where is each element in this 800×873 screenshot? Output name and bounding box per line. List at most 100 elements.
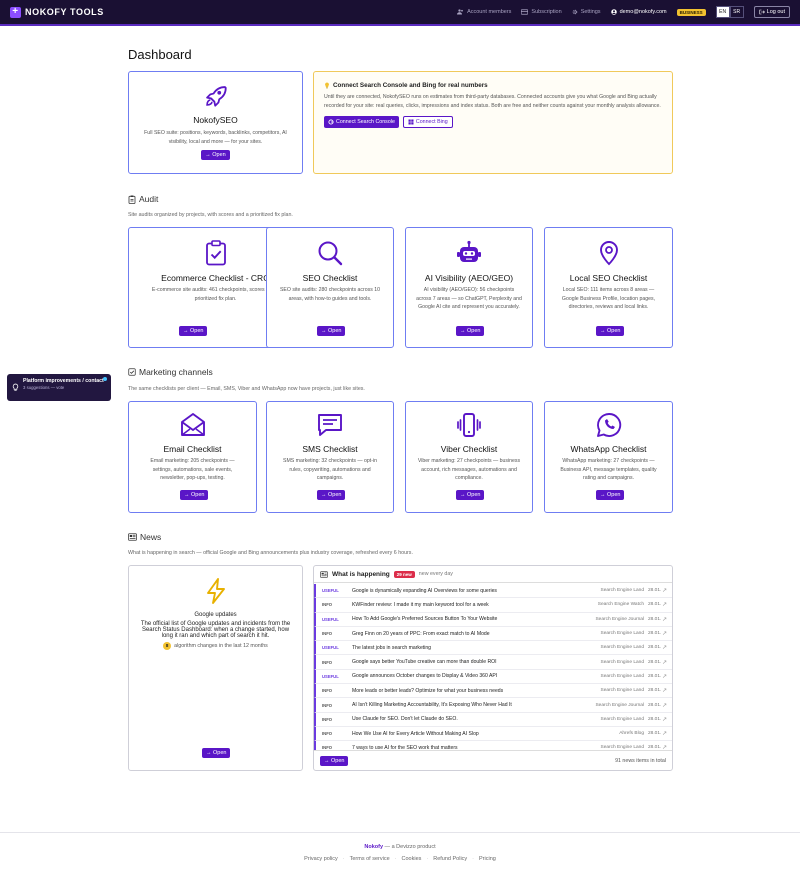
news-title[interactable]: More leads or better leads? Optimize for… <box>352 688 601 694</box>
lang-en-button[interactable]: EN <box>715 6 730 18</box>
news-row[interactable]: INFO How We Use AI for Every Article With… <box>314 726 672 742</box>
local-seo-card[interactable]: Local SEO Checklist Local SEO: 111 items… <box>544 227 673 348</box>
external-link-icon[interactable]: ↗ <box>662 702 672 709</box>
external-link-icon[interactable]: ↗ <box>662 630 672 637</box>
external-link-icon[interactable]: ↗ <box>662 601 672 608</box>
nokofyseo-open-button[interactable]: → Open <box>201 150 230 161</box>
footer-link-cookies[interactable]: Cookies <box>402 856 422 862</box>
seo-checklist-card[interactable]: SEO Checklist SEO site audits: 280 check… <box>266 227 394 348</box>
news-tag: INFO <box>322 731 333 737</box>
page-title: Dashboard <box>128 47 192 62</box>
news-source: Ahrefs Blog <box>619 731 644 737</box>
news-row[interactable]: USEFUL How To Add Google's Preferred Sour… <box>314 612 672 627</box>
news-tag: USEFUL <box>322 588 339 594</box>
envelope-icon <box>180 413 205 436</box>
news-title[interactable]: Google says better YouTube creative can … <box>352 659 601 665</box>
news-title[interactable]: KWFinder review: I made it my main keywo… <box>352 602 598 608</box>
ai-visibility-open-button[interactable]: → Open <box>456 326 485 336</box>
news-tag: INFO <box>322 716 333 722</box>
footer-link-pricing[interactable]: Pricing <box>479 856 496 862</box>
email-checklist-card[interactable]: Email Checklist Email marketing: 205 che… <box>128 401 257 513</box>
news-title: News <box>140 532 162 542</box>
news-list[interactable]: USEFUL Google is dynamically expanding AI… <box>314 584 672 750</box>
news-tag: USEFUL <box>322 673 339 679</box>
ai-visibility-card[interactable]: AI Visibility (AEO/GEO) AI visibility (A… <box>405 227 533 348</box>
external-link-icon[interactable]: ↗ <box>662 730 672 737</box>
news-title[interactable]: AI Isn't Killing Marketing Accountabilit… <box>352 702 595 708</box>
external-link-icon[interactable]: ↗ <box>662 616 672 623</box>
connect-search-console-button[interactable]: Connect Search Console <box>324 115 399 128</box>
news-date: 28.01. <box>648 673 662 679</box>
whatsapp-checklist-open-button[interactable]: → Open <box>596 490 625 500</box>
clipboard-check-icon <box>205 240 226 266</box>
news-row[interactable]: INFO Google says better YouTube creative … <box>314 655 672 670</box>
whatsapp-checklist-card[interactable]: WhatsApp Checklist WhatsApp marketing: 2… <box>544 401 673 513</box>
news-date: 28.01. <box>648 631 662 637</box>
news-row[interactable]: INFO KWFinder review: I made it my main k… <box>314 598 672 613</box>
news-row[interactable]: USEFUL The latest jobs in search marketin… <box>314 641 672 656</box>
news-row[interactable]: INFO Greg Finn on 20 years of PPC: From e… <box>314 626 672 642</box>
connect-bing-button[interactable]: Connect Bing <box>402 115 453 128</box>
widget-title: Platform improvements / contact <box>23 378 104 384</box>
news-row[interactable]: INFO AI Isn't Killing Marketing Accountab… <box>314 698 672 713</box>
connect-accounts-card: Connect Search Console and Bing for real… <box>313 71 673 174</box>
logout-button[interactable]: Log out <box>753 6 790 18</box>
external-link-icon[interactable]: ↗ <box>662 673 672 680</box>
news-title[interactable]: Google is dynamically expanding AI Overv… <box>352 588 601 594</box>
google-updates-card[interactable]: Google updates The official list of Goog… <box>128 565 303 771</box>
local-seo-open-button[interactable]: → Open <box>596 326 625 336</box>
news-row[interactable]: INFO 7 ways to use AI for the SEO work th… <box>314 741 672 750</box>
news-count: 91 news items in total <box>615 757 666 764</box>
rocket-icon <box>205 86 227 107</box>
user-menu[interactable]: demo@nokofy.com <box>610 9 667 15</box>
news-date: 28.01. <box>648 645 662 651</box>
news-row[interactable]: INFO More leads or better leads? Optimize… <box>314 684 672 699</box>
platform-improvements-widget[interactable]: Platform improvements / contact 3 sugges… <box>7 374 111 401</box>
news-title[interactable]: How To Add Google's Preferred Sources Bu… <box>352 616 595 622</box>
external-link-icon[interactable]: ↗ <box>662 687 672 694</box>
news-source: Search Engine Land <box>600 588 644 594</box>
news-row[interactable]: USEFUL Google is dynamically expanding AI… <box>314 584 672 599</box>
viber-checklist-open-button[interactable]: → Open <box>456 490 485 500</box>
external-link-icon[interactable]: ↗ <box>662 716 672 723</box>
logout-label: Log out <box>766 9 785 15</box>
external-link-icon[interactable]: ↗ <box>662 587 672 594</box>
news-title[interactable]: Use Claude for SEO. Don't let Claude do … <box>352 716 601 722</box>
news-open-button[interactable]: → Open <box>320 755 349 766</box>
external-link-icon[interactable]: ↗ <box>662 644 672 651</box>
nav-account-members[interactable]: Account members <box>457 9 511 15</box>
footer-brand[interactable]: Nokofy <box>364 844 383 850</box>
sms-checklist-card[interactable]: SMS Checklist SMS marketing: 32 checkpoi… <box>266 401 394 513</box>
news-tag: INFO <box>322 602 333 608</box>
brand[interactable]: + NOKOFY TOOLS <box>10 6 104 18</box>
sms-checklist-open-button[interactable]: → Open <box>317 490 346 500</box>
nav-subscription[interactable]: Subscription <box>521 9 562 15</box>
news-tag: INFO <box>322 631 333 637</box>
external-link-icon[interactable]: ↗ <box>662 659 672 666</box>
news-row[interactable]: USEFUL Google announces October changes t… <box>314 669 672 685</box>
robot-icon <box>457 240 481 262</box>
checkbox-icon <box>128 368 136 376</box>
news-title[interactable]: The latest jobs in search marketing <box>352 645 601 651</box>
news-source: Search Engine Land <box>600 688 644 694</box>
lang-sr-button[interactable]: SR <box>729 6 744 18</box>
viber-checklist-card[interactable]: Viber Checklist Viber marketing: 27 chec… <box>405 401 533 513</box>
google-updates-open-button[interactable]: → Open <box>202 748 231 758</box>
nav-settings[interactable]: Settings <box>572 9 601 15</box>
footer-link-privacy[interactable]: Privacy policy <box>304 856 338 862</box>
news-title[interactable]: Google announces October changes to Disp… <box>352 673 601 679</box>
nokofyseo-card[interactable]: NokofySEO Full SEO suite: positions, key… <box>128 71 303 174</box>
footer-link-refund[interactable]: Refund Policy <box>433 856 467 862</box>
ai-visibility-title: AI Visibility (AEO/GEO) <box>424 273 514 283</box>
seo-checklist-open-button[interactable]: → Open <box>317 326 346 336</box>
news-row[interactable]: INFO Use Claude for SEO. Don't let Claude… <box>314 712 672 727</box>
email-checklist-open-button[interactable]: → Open <box>180 490 209 500</box>
footer-link-terms[interactable]: Terms of service <box>350 856 390 862</box>
algorithm-count-badge: 8 <box>163 642 172 650</box>
news-title[interactable]: How We Use AI for Every Article Without … <box>352 731 619 737</box>
news-title[interactable]: Greg Finn on 20 years of PPC: From exact… <box>352 631 601 637</box>
news-source: Search Engine Land <box>600 673 644 679</box>
brand-name: NOKOFY TOOLS <box>25 7 104 17</box>
marketing-desc: The same checklists per client — Email, … <box>128 386 365 392</box>
ecommerce-checklist-open-button[interactable]: → Open <box>179 326 208 336</box>
